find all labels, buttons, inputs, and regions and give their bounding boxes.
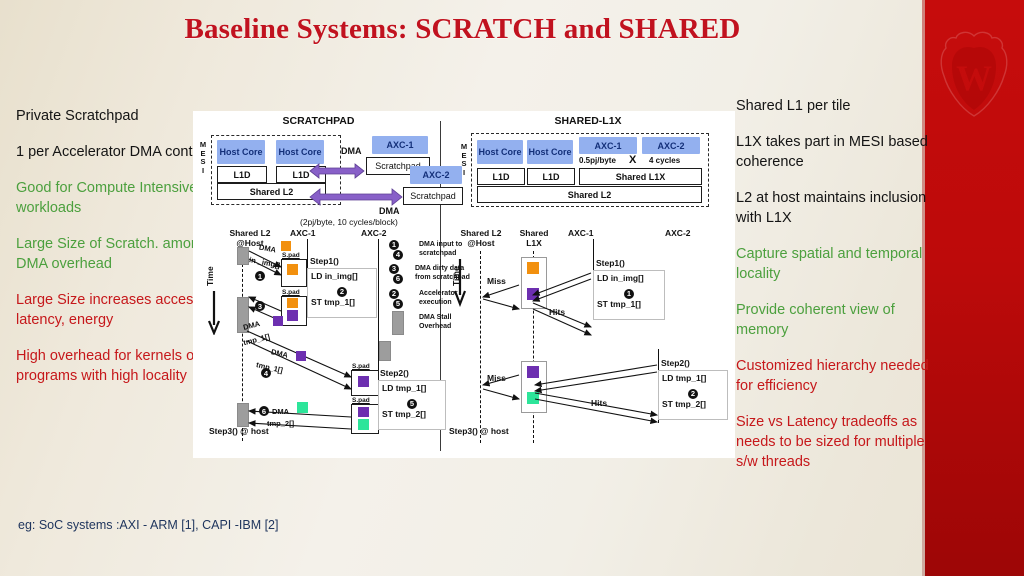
scratch-step2-ld: LD tmp_1[] (382, 383, 427, 393)
legend-text-2: Accelerator execution (419, 290, 458, 306)
citation-text: eg: SoC systems :AXI - ARM [1], CAPI -IB… (18, 518, 279, 532)
uw-madison-crest-icon: W (940, 31, 1008, 117)
shared-seq-time-arrow-icon (453, 259, 467, 307)
scratchpad-host-core-1: Host Core (217, 140, 265, 164)
shared-host-core-1: Host Core (477, 140, 523, 164)
shared-seq-actor-axc2: AXC-2 (665, 228, 691, 238)
shared-hits-label-2: Hits (591, 398, 608, 408)
scratchpad-heading: SCRATCHPAD (282, 115, 355, 127)
shared-mesi-label: MESI (460, 142, 468, 177)
scratchpad-dma-bottom-label: DMA (379, 206, 400, 216)
scratch-step2-code: LD tmp_1[] 5 ST tmp_2[] (378, 380, 446, 430)
shared-axc-2: AXC-2 (642, 137, 700, 154)
scratchpad-dma-arrow-bottom-icon (309, 188, 403, 206)
scratch-step1-ld: LD in_img[] (311, 271, 358, 281)
red-band: W (925, 0, 1024, 576)
legend-stall-bar (392, 311, 404, 335)
shared-step2-number: 2 (688, 388, 698, 399)
shared-miss-label-2: Miss (487, 373, 506, 383)
shared-miss-label-1: Miss (487, 276, 506, 286)
scratchpad-dma-arrow-top-icon (309, 163, 365, 179)
shared-hits-label-1: Hits (549, 307, 566, 317)
scratch-step1-label: Step1() (310, 256, 339, 266)
shared-heading: SHARED-L1X (554, 115, 622, 127)
page-title: Baseline Systems: SCRATCH and SHARED (184, 13, 741, 45)
scratch-msg6-number: 6 (259, 406, 269, 416)
scratch-seq-actor-axc2: AXC-2 (361, 228, 387, 238)
scratchpad-axc-1: AXC-1 (372, 136, 428, 154)
figure-panel: SCRATCHPAD MESI Host Core Host Core L1D … (193, 111, 735, 458)
scratch-msg1-chip (281, 241, 291, 251)
scratch-step3-label: Step3() @ host (209, 426, 269, 436)
shared-step1-num-wrap: 1 (597, 285, 661, 299)
scratch-step2-num-wrap: 5 (382, 395, 442, 409)
slide-root: Baseline Systems: SCRATCH and SHARED W P… (0, 0, 1024, 576)
scratch-step1-code: LD in_img[] 2 ST tmp_1[] (307, 268, 377, 318)
shared-host-core-2: Host Core (527, 140, 573, 164)
scratch-msg3-number: 3 (255, 301, 265, 311)
shared-step2-label: Step2() (661, 358, 690, 368)
right-bullet-2: L2 at host maintains inclusion with L1X (736, 190, 927, 226)
shared-step2-ld: LD tmp_1[] (662, 373, 707, 383)
scratchpad-mesi-label: MESI (199, 140, 207, 175)
scratch-msg6-dma: DMA (272, 407, 290, 416)
right-bullet-3: Capture spatial and temporal locality (736, 246, 923, 282)
shared-l1d-2: L1D (527, 168, 575, 185)
shared-seq-actor-axc1: AXC-1 (568, 228, 594, 238)
shared-l2-box: Shared L2 (477, 186, 702, 203)
shared-step2-num-wrap: 2 (662, 385, 724, 399)
scratch-seq-time-label: Time (205, 266, 215, 286)
legend-marks-2: 2 5 (389, 289, 403, 310)
scratchpad-dma-top-label: DMA (341, 146, 362, 156)
scratchpad-axc-2: AXC-2 (410, 166, 462, 184)
shared-step1-code: LD in_img[] 1 ST tmp_1[] (593, 270, 665, 320)
right-bullet-6: Size vs Latency tradeoffs as needs to be… (736, 414, 925, 470)
scratch-seq-actor-axc1: AXC-1 (290, 228, 316, 238)
shared-step1-ld: LD in_img[] (597, 273, 644, 283)
shared-latency-label: 4 cycles (649, 156, 681, 165)
scratchpad-scratchpad-2: Scratchpad (403, 187, 463, 205)
legend-text-3: DMA Stall Overhead (419, 314, 452, 330)
scratch-step1-num-wrap: 2 (311, 283, 373, 297)
scratchpad-l1d-1: L1D (217, 166, 267, 183)
scratch-step1-number: 2 (337, 286, 347, 297)
scratch-msg1-number: 1 (255, 271, 265, 281)
scratch-seq-time-arrow-icon (207, 291, 221, 335)
legend-marks-0: 1 4 (389, 240, 403, 261)
svg-text:W: W (956, 58, 992, 98)
legend-marks-1: 3 6 (389, 264, 403, 285)
scratch-step2-label: Step2() (380, 368, 409, 378)
shared-message-arrows (481, 272, 659, 425)
right-bullet-4: Provide coherent view of memory (736, 302, 895, 338)
scratch-msg3-chip (273, 316, 283, 326)
right-bullet-5: Customized hierarchy needed for efficien… (736, 358, 929, 394)
scratch-step2-number: 5 (407, 398, 417, 409)
shared-x-mark: X (629, 154, 637, 166)
right-bullet-column: Shared L1 per tile L1X takes part in MES… (736, 96, 936, 472)
scratch-msg4-number: 4 (261, 368, 271, 378)
shared-step1-label: Step1() (596, 258, 625, 268)
shared-step1-number: 1 (624, 288, 634, 299)
scratch-msg6-chip (297, 402, 308, 413)
right-bullet-1: L1X takes part in MESI based coherence (736, 134, 928, 170)
scratchpad-cost-note: (2pj/byte, 10 cycles/block) (300, 217, 398, 227)
shared-l1x-box: Shared L1X (579, 168, 702, 185)
shared-l1d-1: L1D (477, 168, 525, 185)
shared-axc-1: AXC-1 (579, 137, 637, 154)
shared-energy-label: 0.5pj/byte (579, 156, 616, 165)
shared-step2-code: LD tmp_1[] 2 ST tmp_2[] (658, 370, 728, 420)
scratch-msg4-chip (296, 351, 306, 361)
shared-step3-label: Step3() @ host (449, 426, 509, 436)
legend-text-1: DMA dirty data from scratchpad (415, 265, 470, 281)
right-bullet-0: Shared L1 per tile (736, 98, 851, 114)
scratch-msg6-data: tmp_2[] (267, 419, 295, 428)
